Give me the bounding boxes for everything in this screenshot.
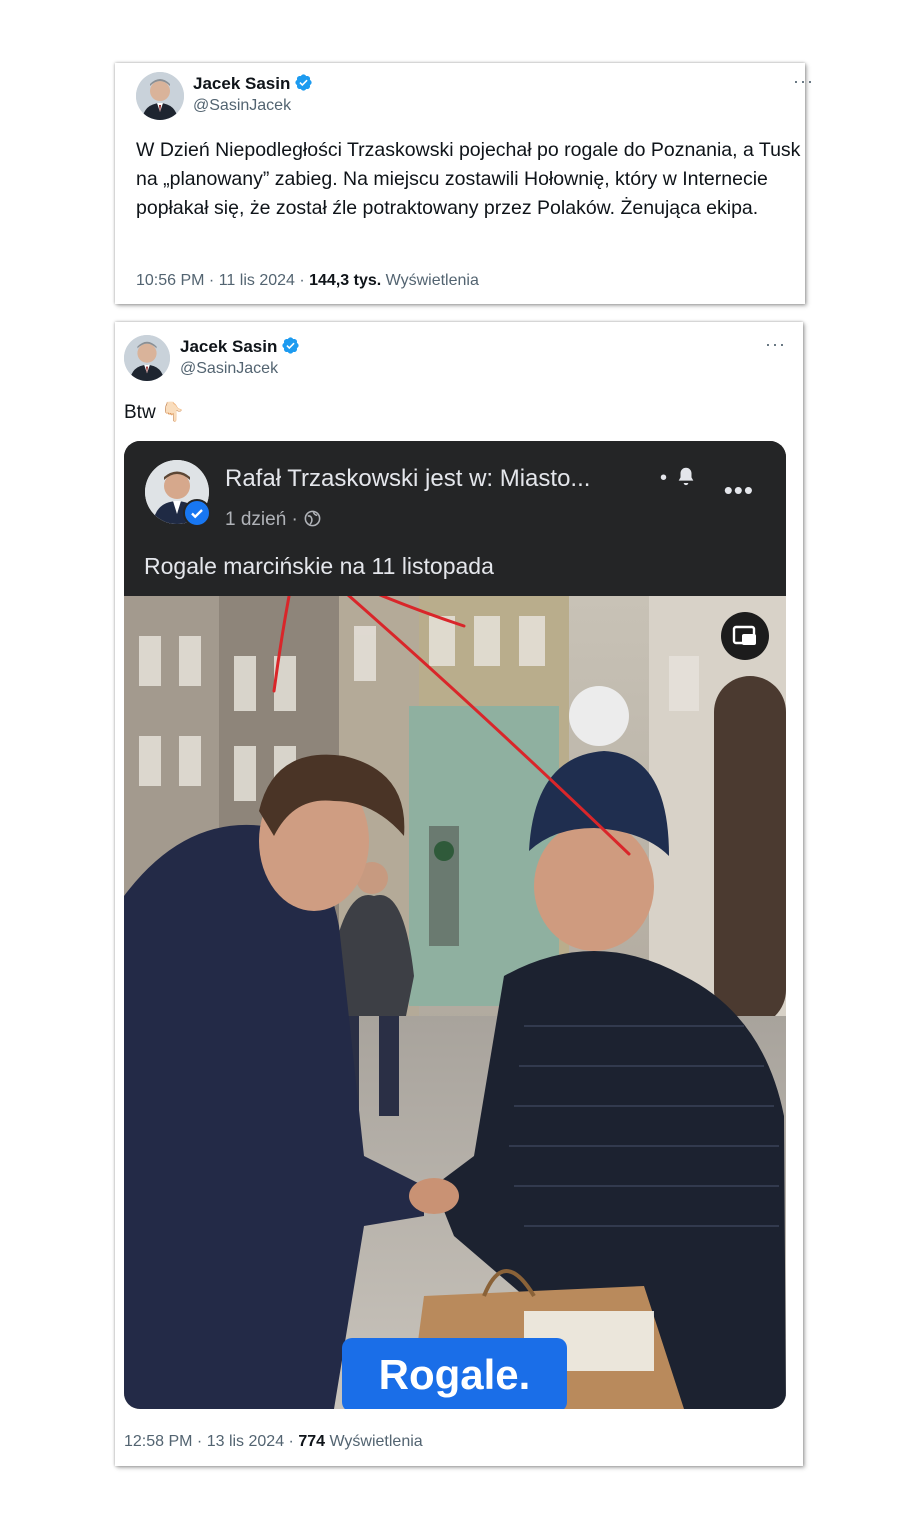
views-count: 774 <box>298 1433 326 1450</box>
more-options-button[interactable]: ··· <box>793 71 814 92</box>
author-handle[interactable]: @SasinJacek <box>180 360 278 378</box>
tweet-text: W Dzień Niepodległości Trzaskowski pojec… <box>136 139 801 219</box>
author-avatar[interactable] <box>136 72 184 120</box>
tweet-meta: 12:58 PM · 13 lis 2024 · 774 Wyświetleni… <box>124 1433 423 1451</box>
tweet-text: Btw 👇🏻 <box>124 402 185 423</box>
author-name[interactable]: Jacek Sasin <box>193 73 313 97</box>
author-handle[interactable]: @SasinJacek <box>193 97 291 115</box>
embedded-media[interactable]: Rafał Trzaskowski jest w: Miasto... • ••… <box>124 441 786 1409</box>
verified-badge-icon <box>294 73 313 97</box>
tweet-card-2: Jacek Sasin @SasinJacek ··· Btw 👇🏻 Rafał… <box>115 322 803 1466</box>
verified-badge-icon <box>281 336 300 360</box>
embedded-post-time: 1 dzień · <box>225 509 322 531</box>
embedded-post-caption: Rogale marcińskie na 11 listopada <box>144 553 494 579</box>
tweet-timestamp[interactable]: 10:56 PM · 11 lis 2024 · <box>136 272 309 289</box>
tweet-timestamp[interactable]: 12:58 PM · 13 lis 2024 · <box>124 1433 298 1450</box>
bell-icon: • <box>660 465 697 490</box>
tweet-card-1: Jacek Sasin @SasinJacek ··· W Dzień Niep… <box>115 63 813 304</box>
author-name[interactable]: Jacek Sasin <box>180 336 300 360</box>
tweet-meta: 10:56 PM · 11 lis 2024 · 144,3 tys. Wyśw… <box>136 272 479 290</box>
picture-in-picture-icon <box>721 612 769 660</box>
verified-badge-icon <box>183 499 211 527</box>
video-caption: Rogale. <box>342 1338 567 1409</box>
video-still: Rogale. <box>124 457 786 1409</box>
views-count: 144,3 tys. <box>309 272 382 289</box>
embedded-author-name: Rafał Trzaskowski jest w: Miasto... <box>225 465 591 492</box>
views-label: Wyświetlenia <box>325 1433 423 1450</box>
views-label: Wyświetlenia <box>381 272 479 289</box>
embedded-post-header: Rafał Trzaskowski jest w: Miasto... • ••… <box>124 441 786 596</box>
globe-icon <box>304 510 321 527</box>
more-options-button[interactable]: ··· <box>765 334 786 355</box>
embedded-more-button: ••• <box>723 475 754 505</box>
author-avatar[interactable] <box>124 335 170 381</box>
